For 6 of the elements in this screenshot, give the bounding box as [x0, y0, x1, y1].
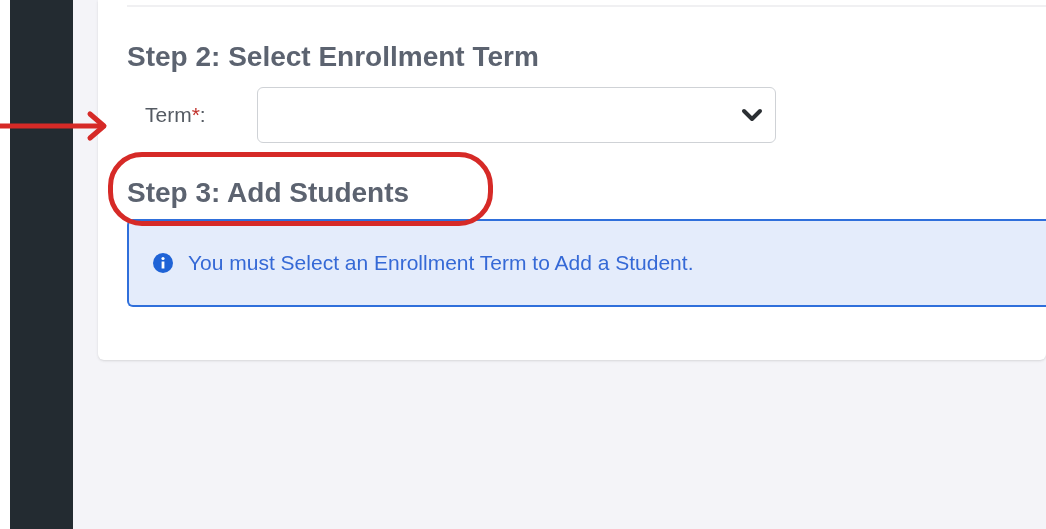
chevron-down-icon [741, 108, 763, 122]
step-heading: Step 2: Select Enrollment Term [127, 40, 540, 74]
info-icon [153, 253, 173, 273]
term-select[interactable] [257, 87, 776, 143]
field-label: Term*: [145, 102, 207, 129]
alert-message: You must Select an Enrollment Term to Add a Student. [188, 250, 694, 277]
